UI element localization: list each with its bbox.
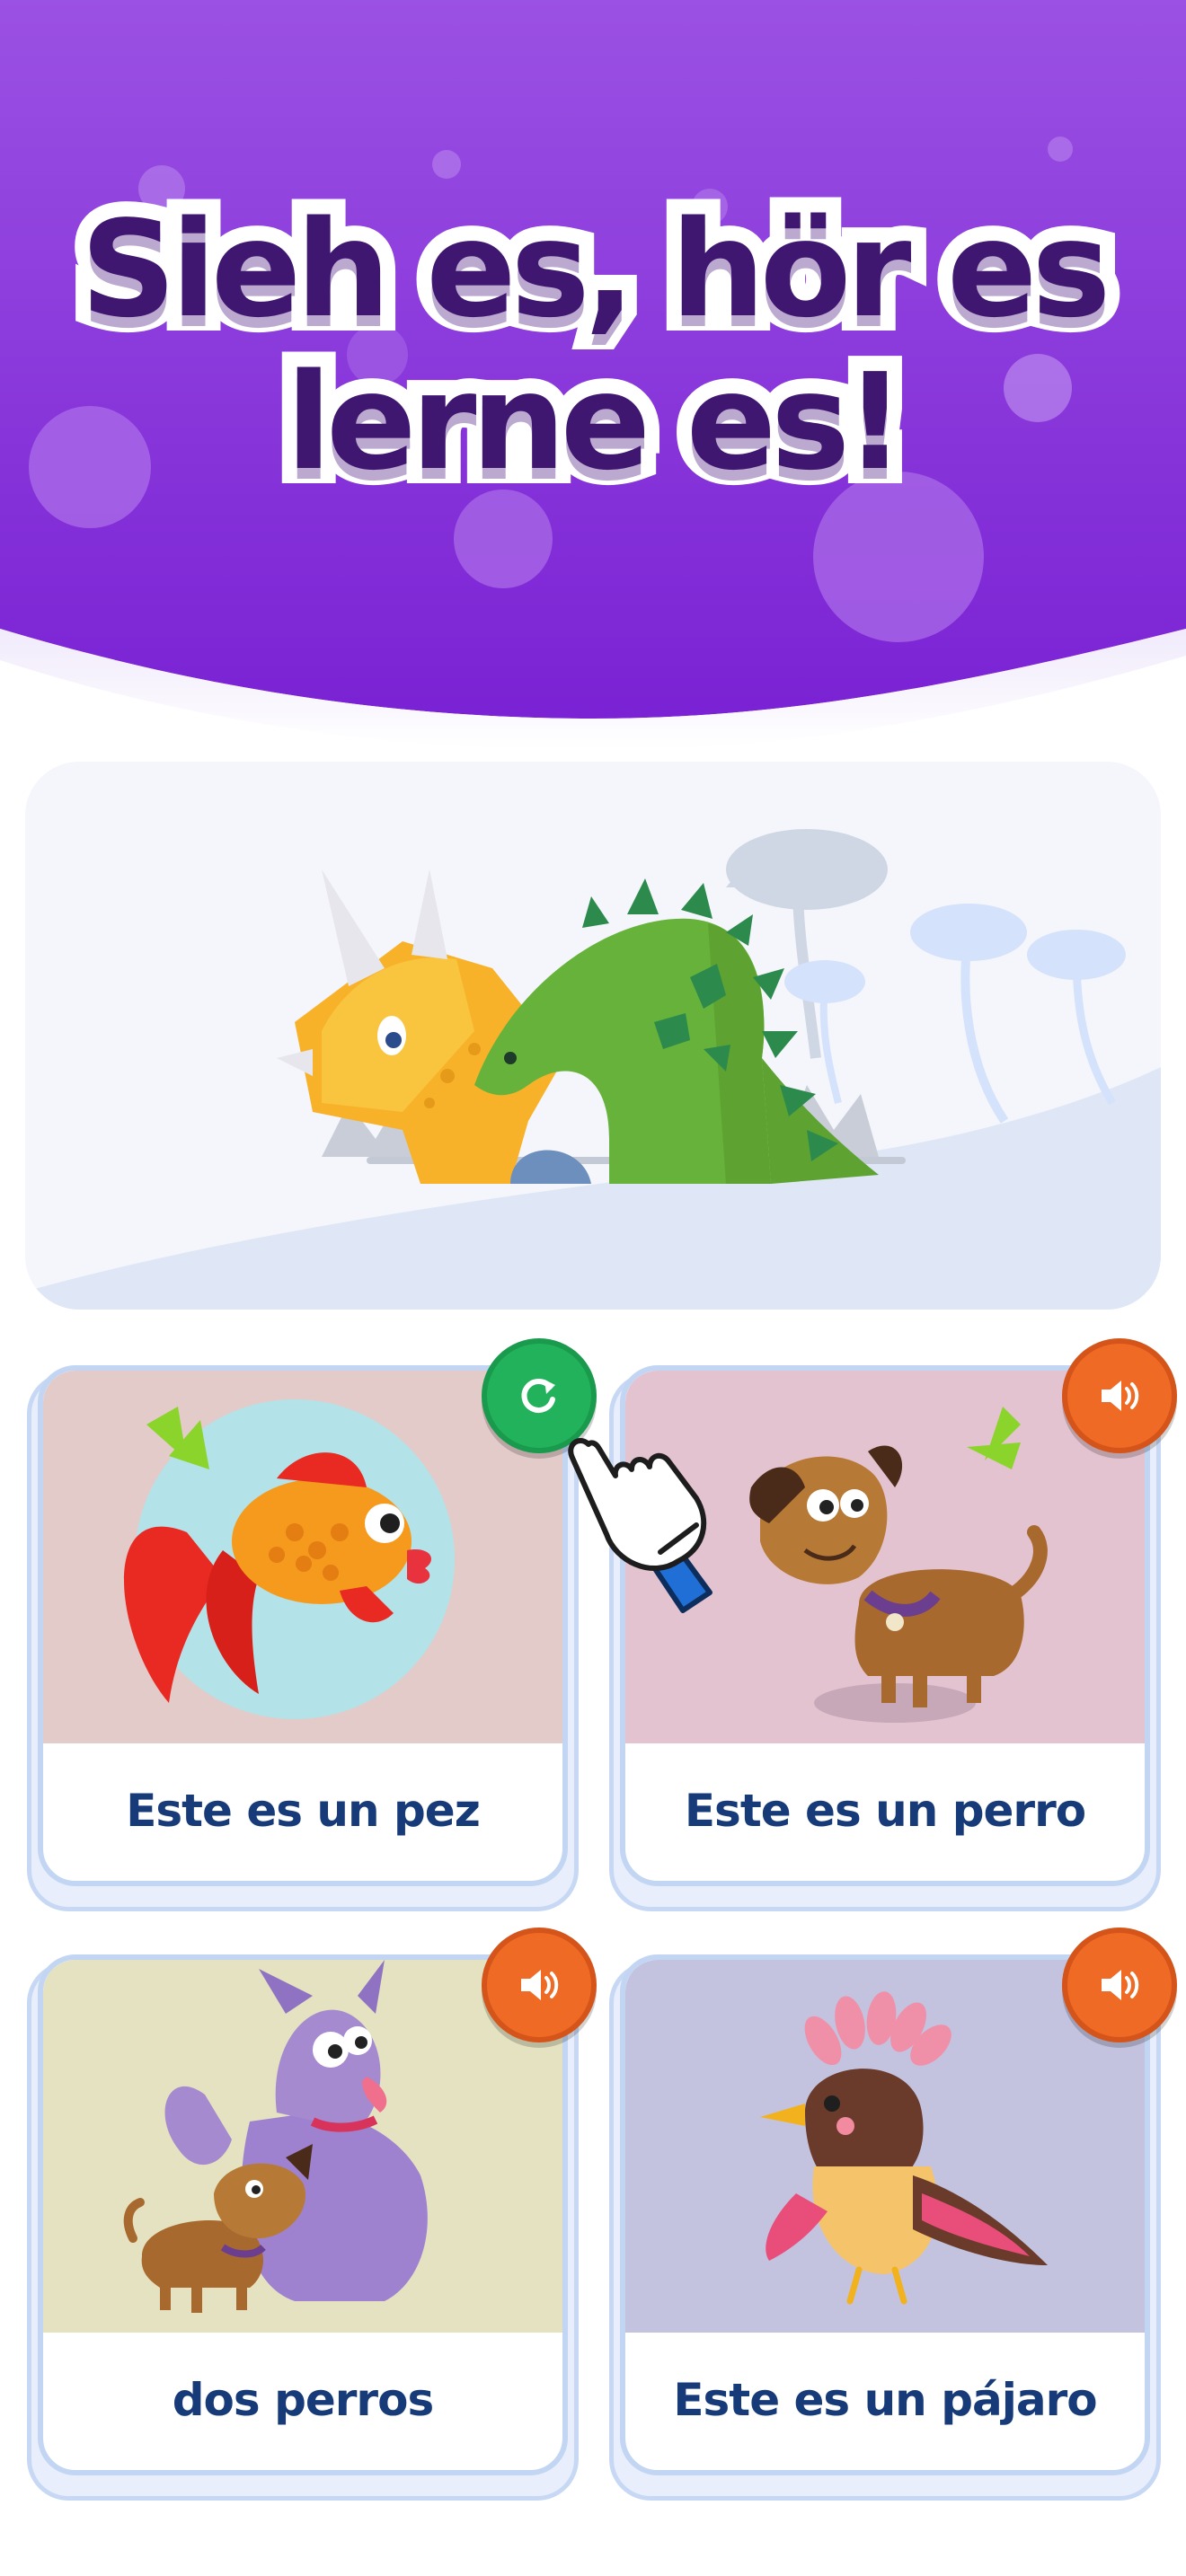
speaker-icon: [1102, 1381, 1139, 1411]
pointing-hand-icon: [568, 1438, 712, 1613]
stegosaurus: [474, 878, 879, 1184]
headline-line-2: lerne es!: [270, 331, 920, 514]
word-card-two-dogs[interactable]: dos perros: [27, 1954, 579, 2501]
word-card-bird[interactable]: Este es un pájaro: [609, 1954, 1161, 2501]
card-caption: dos perros: [172, 2374, 434, 2426]
dinosaur-scene: [25, 829, 1161, 1310]
replay-icon: [521, 1379, 555, 1413]
speaker-icon: [521, 1970, 559, 2000]
card-image-wolf-and-dog: [43, 1960, 562, 2333]
headline: Sieh es, hör es lerne es!: [0, 178, 1186, 514]
hero-dinosaur-illustration: [25, 762, 1161, 1310]
header-banner: Sieh es, hör es lerne es!: [0, 0, 1186, 772]
sound-button[interactable]: [482, 1928, 597, 2042]
word-card-fish[interactable]: Este es un pez: [27, 1365, 579, 1911]
headline-line-1: Sieh es, hör es: [66, 178, 1127, 361]
sound-button[interactable]: [1062, 1338, 1177, 1453]
card-image-goldfish: [43, 1371, 562, 1743]
card-image-bird: [625, 1960, 1145, 2333]
card-caption: Este es un perro: [684, 1785, 1086, 1837]
sound-button[interactable]: [1062, 1928, 1177, 2042]
card-caption: Este es un pez: [126, 1785, 481, 1837]
card-caption: Este es un pájaro: [673, 2374, 1097, 2426]
speaker-icon: [1102, 1970, 1139, 2000]
